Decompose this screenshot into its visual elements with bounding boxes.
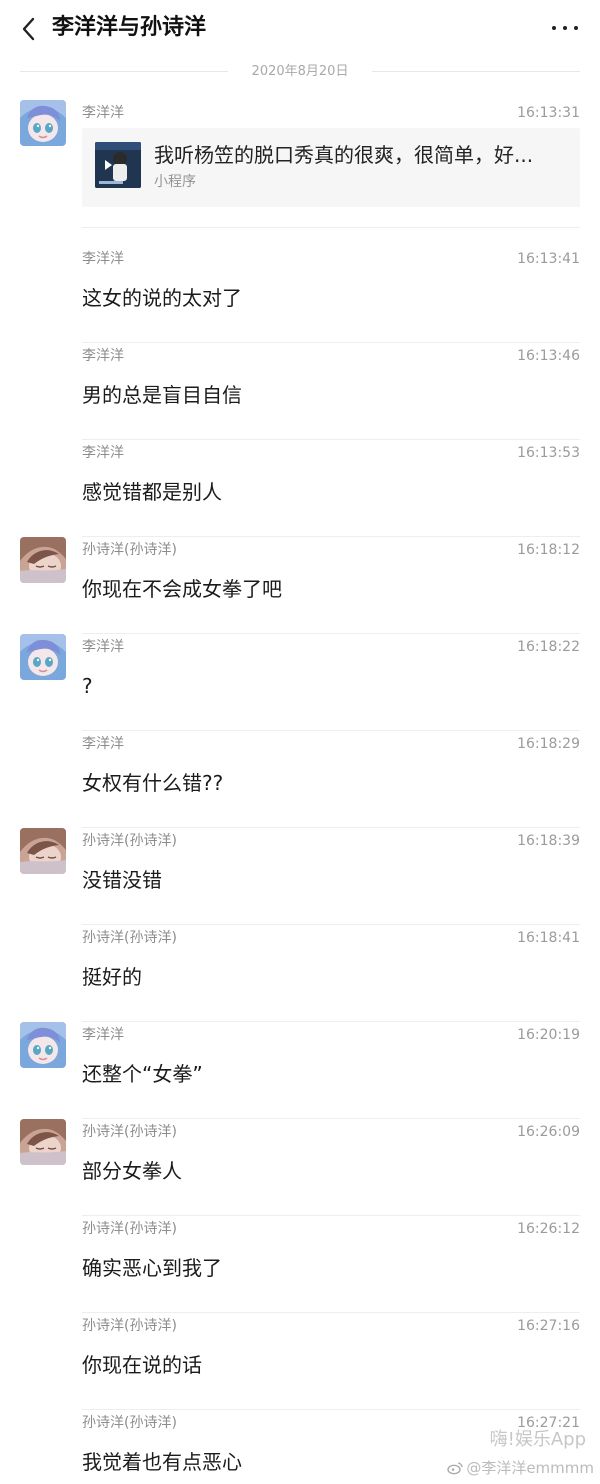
message-sender: 李洋洋 [82,348,124,364]
anime-girl-avatar-icon [20,1022,66,1068]
chat-message: 孙诗洋(孙诗洋) 16:26:12 确实恶心到我了 [20,1216,580,1313]
message-sender: 李洋洋 [82,105,124,121]
message-text: 没错没错 [82,868,162,892]
watermark-account-text: @李洋洋emmmm [466,1459,594,1477]
date-label: 2020年8月20日 [251,64,349,79]
message-time: 16:13:31 [517,105,580,121]
message-text: 还整个“女拳” [82,1062,203,1086]
message-time: 16:18:39 [517,833,580,849]
chat-message: 李洋洋 16:18:22 ? [20,634,580,731]
message-sender: 李洋洋 [82,1027,124,1043]
weibo-icon [447,1462,463,1475]
date-divider: 2020年8月20日 [20,60,580,84]
message-time: 16:18:12 [517,542,580,558]
chat-message: 孙诗洋(孙诗洋) 16:18:39 没错没错 [20,828,580,925]
video-thumbnail-icon [95,142,141,188]
avatar[interactable] [20,537,66,583]
message-sender: 孙诗洋(孙诗洋) [82,1124,177,1140]
message-text: 确实恶心到我了 [82,1256,222,1280]
avatar[interactable] [20,828,66,874]
mini-program-label: 小程序 [154,174,196,190]
avatar[interactable] [20,100,66,146]
watermark-logo: 嗨!娱乐App [489,1429,586,1450]
message-time: 16:18:29 [517,736,580,752]
sleeping-girl-avatar-icon [20,828,66,874]
chat-header: 李洋洋与孙诗洋 [0,0,600,58]
chevron-left-icon[interactable] [17,15,41,43]
chat-message: 李洋洋 16:20:19 还整个“女拳” [20,1022,580,1119]
mini-program-card[interactable]: 我听杨笠的脱口秀真的很爽，很简单，好... 小程序 [82,128,580,207]
message-sender: 孙诗洋(孙诗洋) [82,1221,177,1237]
chat-title: 李洋洋与孙诗洋 [52,15,207,40]
message-time: 16:26:12 [517,1221,580,1237]
chat-message: 李洋洋 16:18:29 女权有什么错?? [20,731,580,828]
chat-message: 孙诗洋(孙诗洋) 16:18:41 挺好的 [20,925,580,1022]
message-sender: 孙诗洋(孙诗洋) [82,542,177,558]
sleeping-girl-avatar-icon [20,1119,66,1165]
avatar[interactable] [20,1022,66,1068]
message-text: 部分女拳人 [82,1159,182,1183]
message-sender: 李洋洋 [82,251,124,267]
watermark-account: @李洋洋emmmm [447,1458,594,1478]
message-text: 你现在说的话 [82,1353,202,1377]
message-separator [82,227,580,228]
anime-girl-avatar-icon [20,100,66,146]
message-sender: 李洋洋 [82,639,124,655]
date-divider-line-right [372,71,580,72]
more-horizontal-icon[interactable] [550,21,580,35]
anime-girl-avatar-icon [20,634,66,680]
chat-message: 孙诗洋(孙诗洋) 16:26:09 部分女拳人 [20,1119,580,1216]
message-text: 挺好的 [82,965,142,989]
message-sender: 李洋洋 [82,445,124,461]
message-time: 16:18:41 [517,930,580,946]
mini-program-title: 我听杨笠的脱口秀真的很爽，很简单，好... [154,143,534,167]
sleeping-girl-avatar-icon [20,537,66,583]
message-text: 你现在不会成女拳了吧 [82,577,282,601]
chat-message: 李洋洋 16:13:46 男的总是盲目自信 [20,343,580,440]
message-sender: 孙诗洋(孙诗洋) [82,930,177,946]
message-time: 16:18:22 [517,639,580,655]
chat-message-mini-program: 李洋洋 16:13:31 我听杨笠的脱口秀真的很爽，很简单，好... 小程序 [20,100,580,228]
chat-message: 李洋洋 16:13:53 感觉错都是别人 [20,440,580,537]
message-time: 16:13:41 [517,251,580,267]
message-text: 女权有什么错?? [82,771,224,795]
message-text: 感觉错都是别人 [82,480,222,504]
message-text: ? [82,674,93,698]
message-time: 16:13:46 [517,348,580,364]
message-text: 这女的说的太对了 [82,286,242,310]
chat-message: 孙诗洋(孙诗洋) 16:18:12 你现在不会成女拳了吧 [20,537,580,634]
message-time: 16:26:09 [517,1124,580,1140]
message-text: 男的总是盲目自信 [82,383,242,407]
chat-message: 孙诗洋(孙诗洋) 16:27:16 你现在说的话 [20,1313,580,1410]
mini-program-thumbnail [95,142,141,188]
message-sender: 李洋洋 [82,736,124,752]
message-sender: 孙诗洋(孙诗洋) [82,833,177,849]
avatar[interactable] [20,1119,66,1165]
message-time: 16:27:16 [517,1318,580,1334]
chat-message: 李洋洋 16:13:41 这女的说的太对了 [20,246,580,343]
message-sender: 孙诗洋(孙诗洋) [82,1318,177,1334]
message-time: 16:20:19 [517,1027,580,1043]
avatar[interactable] [20,634,66,680]
message-time: 16:13:53 [517,445,580,461]
message-sender: 孙诗洋(孙诗洋) [82,1415,177,1431]
